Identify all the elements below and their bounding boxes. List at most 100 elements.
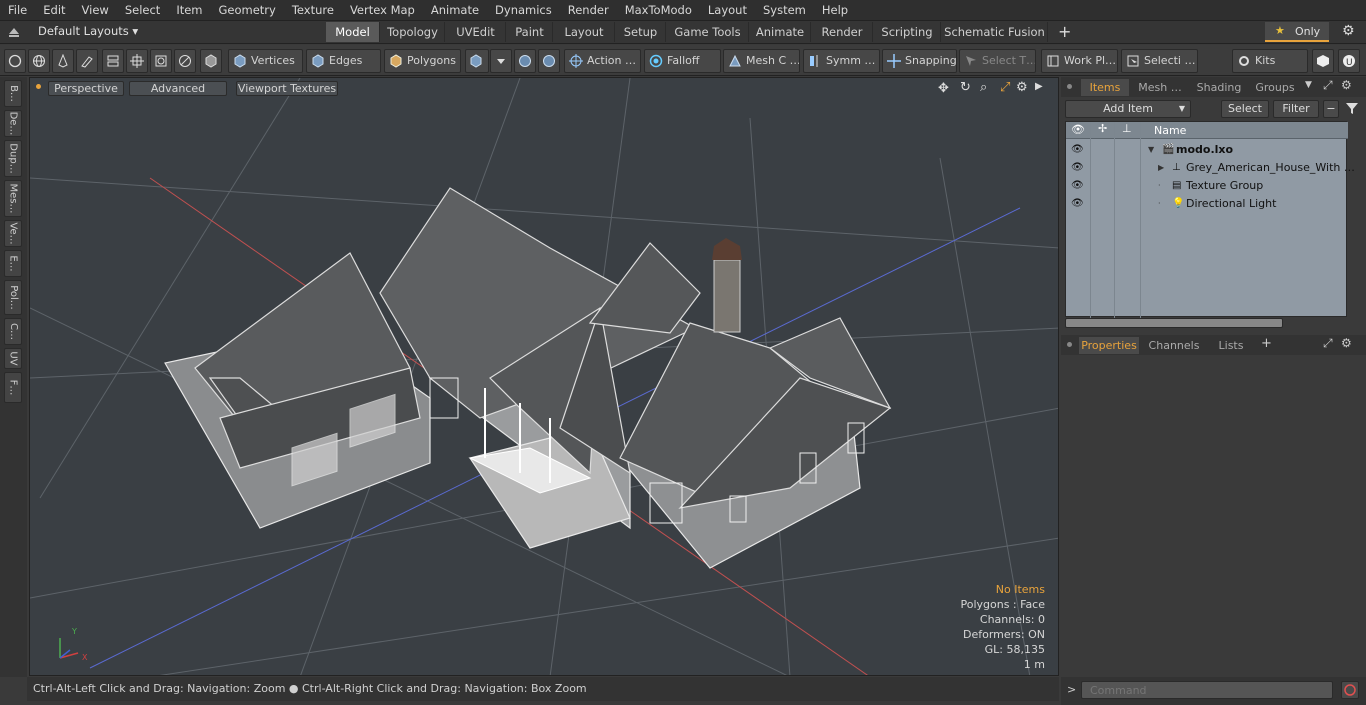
item-mode-button[interactable] <box>200 49 222 73</box>
vertices-button[interactable]: Vertices <box>228 49 303 73</box>
layout-selector[interactable]: Default Layouts ▾ <box>38 24 138 38</box>
menu-item[interactable]: Item <box>168 0 210 21</box>
pan-icon[interactable]: ✥ <box>938 81 949 96</box>
props-menu-dot-icon[interactable] <box>1067 342 1072 347</box>
collapse-arrow-icon[interactable]: ▶ <box>1158 159 1164 177</box>
select-circle-button[interactable] <box>4 49 26 73</box>
menu-system[interactable]: System <box>755 0 814 21</box>
item-list[interactable]: 👁 ✢ ⊥ Name 👁 ▼ 🎬 modo.lxo 👁 ▶ ⊥ Grey_American_H… <box>1065 121 1355 318</box>
menu-render[interactable]: Render <box>560 0 617 21</box>
panel-expand-icon[interactable]: ⤢ <box>1323 78 1333 93</box>
tab-scripting[interactable]: Scripting <box>874 22 941 42</box>
settings-gear-icon[interactable]: ⚙ <box>1342 23 1355 39</box>
panel-menu-dot-icon[interactable] <box>1067 84 1072 89</box>
unity-logo-button[interactable] <box>1312 49 1334 73</box>
add-props-tab-icon[interactable]: + <box>1261 336 1272 351</box>
eye-visibility-icon[interactable]: 👁 <box>1071 141 1084 159</box>
items-tab-0[interactable]: Items <box>1081 79 1129 96</box>
menu-edit[interactable]: Edit <box>35 0 73 21</box>
add-tab-icon[interactable]: + <box>1058 22 1071 41</box>
items-tab-2[interactable]: Shading <box>1191 79 1247 96</box>
left-tab-8[interactable]: UV <box>4 348 22 369</box>
left-tab-5[interactable]: E… <box>4 250 22 277</box>
menu-vertex-map[interactable]: Vertex Map <box>342 0 423 21</box>
action-center-button[interactable]: Action … <box>564 49 641 73</box>
item-list-scrollbar[interactable] <box>1065 318 1283 328</box>
snapping-button[interactable]: Snapping <box>882 49 957 73</box>
list-item[interactable]: 👁 ▼ 🎬 modo.lxo <box>1066 141 1348 159</box>
funnel-filter-icon[interactable] <box>1345 101 1361 117</box>
left-tab-3[interactable]: Mes… <box>4 180 22 217</box>
list-item[interactable]: 👁 ▶ ⊥ Grey_American_House_With … <box>1066 159 1355 177</box>
eye-visibility-icon[interactable]: 👁 <box>1071 195 1084 213</box>
tab-render[interactable]: Render <box>812 22 873 42</box>
zoom-icon[interactable]: ⌕ <box>980 80 987 95</box>
eye-visibility-icon[interactable]: 👁 <box>1071 159 1084 177</box>
properties-tab-0[interactable]: Properties <box>1079 337 1139 354</box>
viewport-menu-dot-icon[interactable] <box>36 84 41 89</box>
menu-layout[interactable]: Layout <box>700 0 755 21</box>
pen-tool-button[interactable] <box>52 49 74 73</box>
eye-visibility-icon[interactable]: 👁 <box>1071 177 1084 195</box>
properties-tab-1[interactable]: Channels <box>1143 337 1205 354</box>
dropdown-arrow-icon[interactable] <box>490 49 512 73</box>
advanced-button[interactable]: Advanced <box>129 81 227 96</box>
left-tab-2[interactable]: Dup… <box>4 140 22 177</box>
select-button[interactable]: Select <box>1221 100 1269 118</box>
items-tab-1[interactable]: Mesh … <box>1133 79 1187 96</box>
only-toggle[interactable]: ★ Only <box>1265 22 1329 42</box>
tab-setup[interactable]: Setup <box>616 22 666 42</box>
collapse-icon[interactable]: − <box>1323 100 1339 118</box>
kits-button[interactable]: Kits <box>1232 49 1308 73</box>
globe-button[interactable] <box>28 49 50 73</box>
left-tab-4[interactable]: Ve… <box>4 220 22 247</box>
unreal-logo-button[interactable]: U <box>1338 49 1360 73</box>
viewport-settings-icon[interactable]: ⚙ <box>1016 80 1028 95</box>
items-tab-3[interactable]: Groups <box>1251 79 1299 96</box>
left-tab-7[interactable]: C… <box>4 318 22 345</box>
menu-maxtomodo[interactable]: MaxToModo <box>617 0 700 21</box>
tab-paint[interactable]: Paint <box>507 22 553 42</box>
work-plane-button[interactable]: Work Pl… <box>1041 49 1118 73</box>
tab-uvedit[interactable]: UVEdit <box>446 22 506 42</box>
record-icon[interactable] <box>1341 681 1359 699</box>
element-button[interactable] <box>150 49 172 73</box>
tab-layout[interactable]: Layout <box>554 22 615 42</box>
sphere-button[interactable] <box>538 49 560 73</box>
fit-view-icon[interactable]: ⤢ <box>1000 80 1010 95</box>
list-item[interactable]: 👁 · ▤ Texture Group <box>1066 177 1348 195</box>
command-input[interactable] <box>1081 681 1333 699</box>
3d-viewport[interactable]: Y X Perspective Advanced Viewport Textur… <box>29 77 1059 676</box>
left-tab-0[interactable]: B… <box>4 80 22 107</box>
selection-sets-button[interactable]: Selecti … <box>1121 49 1198 73</box>
filter-button[interactable]: Filter <box>1273 100 1319 118</box>
list-item[interactable]: 👁 · 💡 Directional Light <box>1066 195 1348 213</box>
left-tab-6[interactable]: Pol… <box>4 280 22 315</box>
circle-slash-button[interactable] <box>174 49 196 73</box>
viewport-textures-button[interactable]: Viewport Textures <box>236 81 338 96</box>
brush-tool-button[interactable] <box>76 49 98 73</box>
menu-select[interactable]: Select <box>117 0 168 21</box>
layout-menu-icon[interactable] <box>8 26 20 38</box>
tab-animate[interactable]: Animate <box>750 22 811 42</box>
tab-schematic-fusion[interactable]: Schematic Fusion <box>942 22 1048 42</box>
props-expand-icon[interactable]: ⤢ <box>1323 336 1333 351</box>
select-through-button[interactable]: Select T… <box>959 49 1036 73</box>
polygons-button[interactable]: Polygons <box>384 49 461 73</box>
rotate-icon[interactable]: ↻ <box>960 80 971 95</box>
add-item-button[interactable]: Add Item ▼ <box>1065 100 1191 118</box>
perspective-button[interactable]: Perspective <box>48 81 124 96</box>
tab-topology[interactable]: Topology <box>381 22 445 42</box>
edges-button[interactable]: Edges <box>306 49 381 73</box>
menu-view[interactable]: View <box>74 0 117 21</box>
viewport-expand-icon[interactable]: ▶ <box>1035 81 1043 92</box>
expand-arrow-icon[interactable]: ▼ <box>1148 141 1154 159</box>
material-button[interactable] <box>465 49 489 73</box>
tabs-dropdown-icon[interactable]: ▼ <box>1305 80 1312 90</box>
menu-dynamics[interactable]: Dynamics <box>487 0 560 21</box>
symmetry-sphere-button[interactable] <box>514 49 536 73</box>
left-tab-1[interactable]: De… <box>4 110 22 137</box>
mesh-constraint-button[interactable]: Mesh C … <box>723 49 800 73</box>
center-button[interactable] <box>126 49 148 73</box>
properties-tab-2[interactable]: Lists <box>1211 337 1251 354</box>
